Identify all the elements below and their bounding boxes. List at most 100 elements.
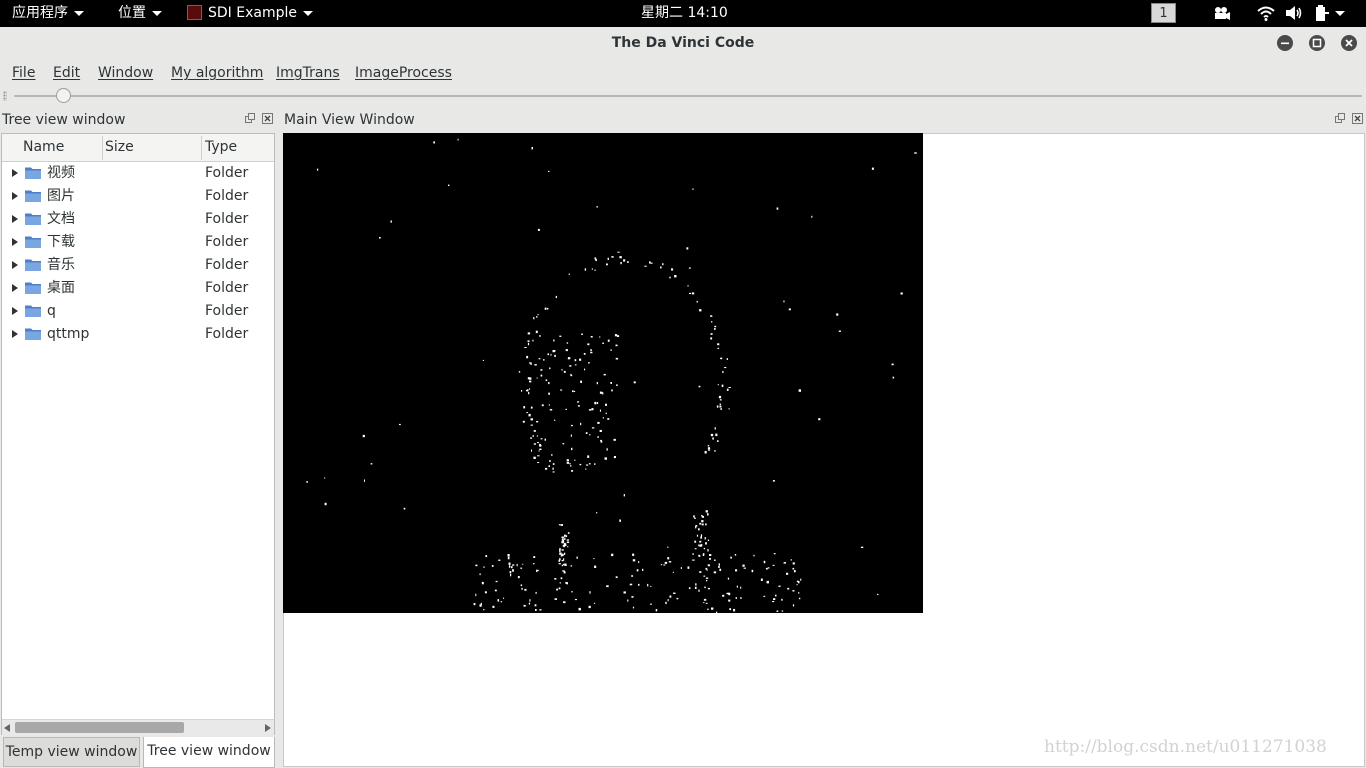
tab-tree-view-window[interactable]: Tree view window [143, 737, 275, 768]
float-icon[interactable] [1335, 113, 1346, 124]
image-pixel [730, 556, 732, 559]
tree-row[interactable]: q Folder [2, 300, 274, 323]
image-pixel [632, 553, 635, 556]
menu-my-algorithm[interactable]: My algorithm [171, 63, 263, 83]
menu-edit[interactable]: Edit [53, 63, 80, 83]
image-pixel [508, 565, 511, 568]
image-pixel [773, 598, 776, 600]
tree-row[interactable]: qttmp Folder [2, 323, 274, 346]
close-button[interactable] [1341, 35, 1357, 51]
clock[interactable]: 星期二 14:10 [641, 0, 728, 27]
column-divider[interactable] [102, 136, 103, 160]
image-pixel [533, 430, 536, 432]
image-pixel [482, 359, 484, 361]
image-pixel [691, 292, 695, 295]
video-camera-icon[interactable] [1213, 4, 1231, 22]
scroll-left-arrow-icon[interactable] [4, 724, 10, 732]
image-pixel [599, 336, 601, 338]
image-pixel [776, 610, 779, 612]
tree-row[interactable]: 下载 Folder [2, 231, 274, 254]
image-pixel [574, 459, 576, 461]
image-pixel [577, 401, 580, 403]
image-pixel [702, 553, 705, 556]
image-pixel [527, 342, 530, 346]
image-pixel [688, 267, 691, 269]
close-icon[interactable] [1352, 113, 1363, 124]
places-menu[interactable]: 位置 [118, 0, 162, 27]
system-menu-chevron-icon[interactable] [1335, 11, 1345, 16]
column-header-type[interactable]: Type [205, 134, 237, 161]
tree-view[interactable]: Name Size Type 视频 Folder 图片 Folder 文档 Folder 下… [1, 133, 275, 735]
tree-item-name: q [47, 303, 56, 319]
image-pixel [632, 606, 635, 609]
image-pixel [534, 604, 537, 607]
image-pixel [767, 567, 770, 569]
scrollbar-thumb[interactable] [15, 722, 184, 733]
image-pixel [647, 583, 649, 587]
image-pixel [494, 589, 497, 592]
image-pixel [570, 374, 573, 377]
tree-row[interactable]: 文档 Folder [2, 208, 274, 231]
close-icon[interactable] [262, 113, 273, 124]
image-pixel [706, 579, 708, 582]
minimize-button[interactable] [1277, 35, 1293, 51]
expand-arrow-icon[interactable] [12, 215, 18, 223]
slider-groove[interactable] [14, 95, 1362, 97]
expand-arrow-icon[interactable] [12, 330, 18, 338]
slider-handle[interactable] [56, 88, 71, 103]
maximize-button[interactable] [1309, 35, 1325, 51]
workspace-indicator[interactable]: 1 [1151, 3, 1176, 23]
tree-item-type: Folder [205, 234, 249, 250]
image-pixel [559, 549, 561, 552]
folder-icon [25, 167, 41, 179]
window-title-bar[interactable]: The Da Vinci Code [0, 27, 1366, 59]
image-pixel [720, 357, 723, 360]
column-header-name[interactable]: Name [23, 134, 64, 161]
expand-arrow-icon[interactable] [12, 192, 18, 200]
image-pixel [579, 463, 582, 466]
tab-temp-view-window[interactable]: Temp view window [3, 737, 140, 767]
app-menu[interactable]: SDI Example [187, 0, 313, 27]
applications-menu[interactable]: 应用程序 [12, 0, 84, 27]
wifi-icon[interactable] [1257, 4, 1275, 22]
volume-icon[interactable] [1285, 4, 1303, 22]
image-pixel [559, 582, 562, 584]
menu-window[interactable]: Window [98, 63, 153, 83]
toolbar-grip-handle[interactable] [3, 91, 7, 101]
tree-row[interactable]: 音乐 Folder [2, 254, 274, 277]
image-pixel [792, 590, 795, 592]
float-icon[interactable] [245, 113, 256, 124]
column-divider[interactable] [201, 136, 202, 160]
image-pixel [705, 602, 708, 604]
expand-arrow-icon[interactable] [12, 169, 18, 177]
image-pixel [627, 261, 629, 263]
expand-arrow-icon[interactable] [12, 284, 18, 292]
image-pixel [698, 555, 701, 557]
image-pixel [719, 399, 722, 401]
menu-imageprocess[interactable]: ImageProcess [355, 63, 452, 83]
image-pixel [594, 401, 597, 405]
horizontal-scrollbar[interactable] [2, 719, 274, 735]
expand-arrow-icon[interactable] [12, 238, 18, 246]
image-pixel [728, 387, 731, 388]
image-pixel [548, 392, 550, 395]
expand-arrow-icon[interactable] [12, 307, 18, 315]
image-pixel [707, 564, 710, 567]
image-pixel [703, 598, 707, 601]
image-pixel [565, 535, 568, 537]
tree-row[interactable]: 视频 Folder [2, 162, 274, 185]
image-pixel [719, 403, 721, 406]
tree-row[interactable]: 图片 Folder [2, 185, 274, 208]
image-pixel [537, 314, 539, 316]
battery-icon[interactable] [1312, 4, 1330, 22]
image-pixel [642, 568, 644, 571]
menu-file[interactable]: File [12, 63, 35, 83]
image-pixel [891, 363, 894, 366]
column-header-size[interactable]: Size [105, 134, 134, 161]
image-pixel [544, 307, 547, 310]
menu-imgtrans[interactable]: ImgTrans [276, 63, 340, 83]
image-pixel [531, 147, 533, 150]
expand-arrow-icon[interactable] [12, 261, 18, 269]
scroll-right-arrow-icon[interactable] [265, 724, 271, 732]
tree-row[interactable]: 桌面 Folder [2, 277, 274, 300]
